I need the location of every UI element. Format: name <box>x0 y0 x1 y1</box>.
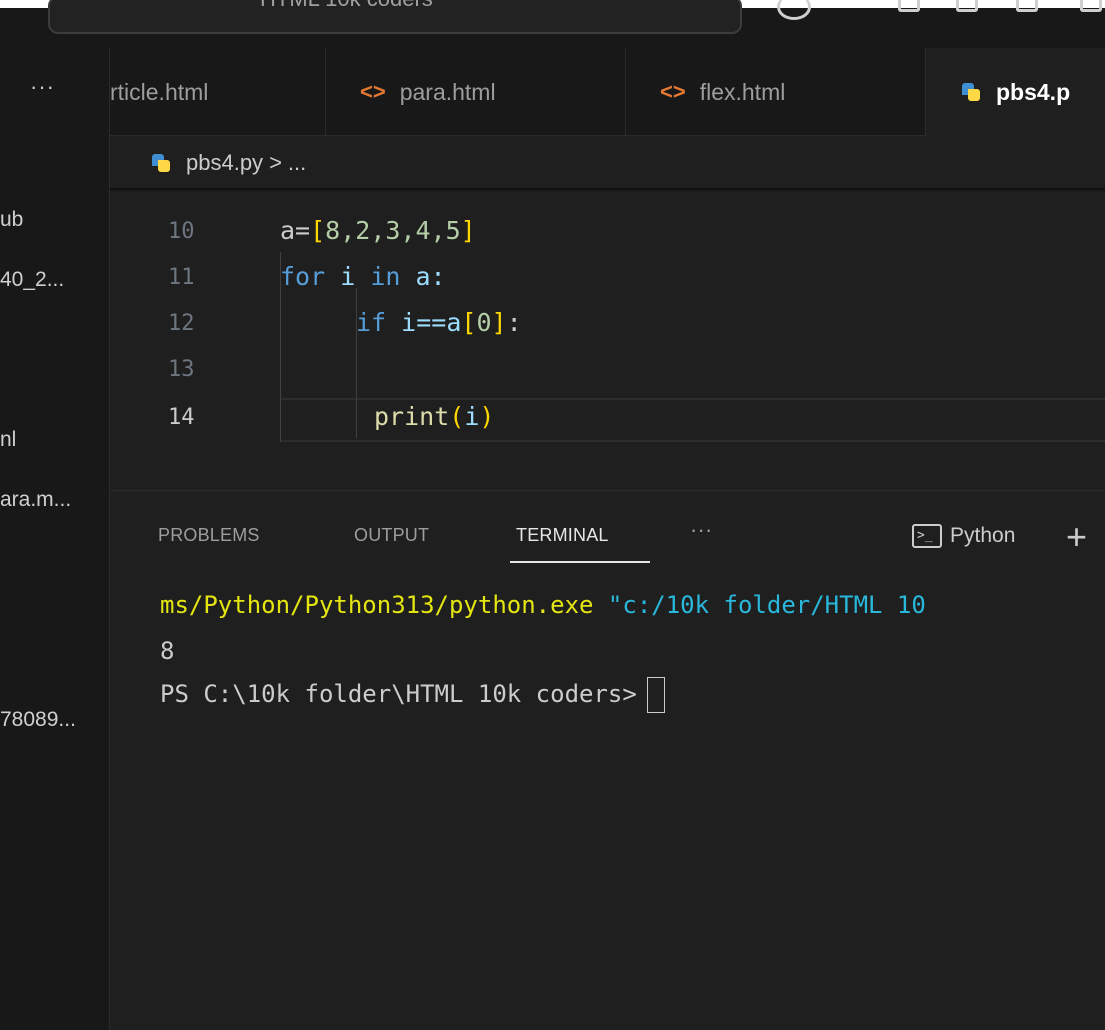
code-token: [ <box>310 216 326 245</box>
tab-terminal[interactable]: TERMINAL <box>516 525 609 546</box>
sidebar-item[interactable]: 40_2... <box>0 268 110 292</box>
tab-label: rticle.html <box>110 78 209 105</box>
code-line: 12 if i==a[0]: <box>110 308 1105 344</box>
breadcrumb-file[interactable]: pbs4.py <box>186 150 263 176</box>
code-token: 8,2,3,4,5 <box>325 216 461 245</box>
copilot-icon[interactable] <box>777 0 811 20</box>
python-file-icon <box>962 83 980 101</box>
command-center[interactable]: HTML 10k coders <box>48 0 742 34</box>
sidebar-item[interactable]: 78089... <box>0 708 110 732</box>
tab-output[interactable]: OUTPUT <box>354 525 429 546</box>
terminal-exe-path: ms/Python/Python313/python.exe <box>160 591 594 619</box>
sidebar-more-icon[interactable]: ··· <box>30 74 55 100</box>
code-text: a=[8,2,3,4,5] <box>280 216 476 245</box>
code-line: 13 <box>110 354 1105 390</box>
active-tab-indicator <box>510 561 650 563</box>
code-text: if i==a[0]: <box>356 308 522 337</box>
layout-customize-icon[interactable] <box>898 0 920 12</box>
code-token: ] <box>460 216 476 245</box>
terminal-profile-label: Python <box>950 524 1016 547</box>
toggle-sidebar-icon[interactable] <box>956 0 978 12</box>
code-line: 11 for i in a: <box>110 262 1105 298</box>
code-token: a: <box>400 262 446 291</box>
sidebar-item[interactable]: nl <box>0 428 110 452</box>
code-token: ( <box>449 402 465 431</box>
breadcrumb-symbols[interactable]: ... <box>288 150 306 176</box>
python-file-icon <box>152 154 170 172</box>
terminal-profile-button[interactable]: >_ Python <box>912 524 1015 548</box>
code-token: if <box>356 308 387 337</box>
add-terminal-button[interactable]: + <box>1066 516 1087 558</box>
terminal-cursor <box>646 677 665 713</box>
tab-para-html[interactable]: <> para.html <box>326 48 626 136</box>
toggle-secondary-sidebar-icon[interactable] <box>1080 0 1102 12</box>
code-token: ) <box>479 402 495 431</box>
terminal-line: 8 <box>160 637 175 665</box>
code-token: for <box>280 262 326 291</box>
terminal-prompt-line: PS C:\10k folder\HTML 10k coders> <box>160 677 665 713</box>
line-number: 13 <box>168 357 195 382</box>
tab-label: pbs4.p <box>996 78 1071 105</box>
tab-pbs4-py[interactable]: pbs4.p <box>926 48 1105 136</box>
terminal-output[interactable]: ms/Python/Python313/python.exe "c:/10k f… <box>110 575 1105 1030</box>
breadcrumb-separator: > <box>269 150 282 175</box>
html-file-icon: <> <box>360 79 386 104</box>
tab-label: flex.html <box>699 78 786 105</box>
line-number: 14 <box>168 405 195 430</box>
tab-label: para.html <box>399 78 496 105</box>
toggle-panel-icon[interactable] <box>1016 0 1038 12</box>
explorer-sidebar: ··· ub 40_2... nl ara.m... 78089... <box>0 48 110 1030</box>
code-token: 0 <box>476 308 492 337</box>
code-token: i <box>325 262 371 291</box>
code-text: for i in a: <box>280 262 446 291</box>
command-center-text: HTML 10k coders <box>260 0 433 12</box>
line-number: 10 <box>168 219 195 244</box>
html-file-icon: <> <box>660 79 686 104</box>
line-number: 11 <box>168 265 195 290</box>
editor-tab-bar: rticle.html <> para.html <> flex.html pb… <box>110 48 1105 136</box>
terminal-prompt: PS C:\10k folder\HTML 10k coders> <box>160 680 637 708</box>
code-token: [ <box>461 308 477 337</box>
title-bar: HTML 10k coders <box>0 0 1105 48</box>
code-token: in <box>370 262 401 291</box>
code-token: i==a <box>386 308 462 337</box>
terminal-arg: "c:/10k folder/HTML 10 <box>593 591 926 619</box>
tab-problems[interactable]: PROBLEMS <box>158 525 260 546</box>
code-token: : <box>506 308 522 337</box>
panel-more-icon[interactable]: ··· <box>690 517 713 543</box>
code-token: i <box>464 402 480 431</box>
breadcrumb: pbs4.py > ... <box>152 150 306 176</box>
code-token: ] <box>491 308 507 337</box>
tab-flex-html[interactable]: <> flex.html <box>626 48 926 136</box>
code-text: print(i) <box>374 402 494 431</box>
code-line: 14 print(i) <box>110 402 1105 438</box>
line-number: 12 <box>168 311 195 336</box>
terminal-line: ms/Python/Python313/python.exe "c:/10k f… <box>160 591 926 619</box>
code-token: print <box>374 402 450 431</box>
tab-article-html[interactable]: rticle.html <box>110 48 326 136</box>
code-token: a= <box>280 216 311 245</box>
code-editor[interactable]: 10 a=[8,2,3,4,5] 11 for i in a: 12 if i=… <box>110 192 1105 490</box>
sidebar-item[interactable]: ub <box>0 208 110 232</box>
code-line: 10 a=[8,2,3,4,5] <box>110 216 1105 252</box>
terminal-icon: >_ <box>912 524 942 548</box>
sidebar-item[interactable]: ara.m... <box>0 488 110 512</box>
